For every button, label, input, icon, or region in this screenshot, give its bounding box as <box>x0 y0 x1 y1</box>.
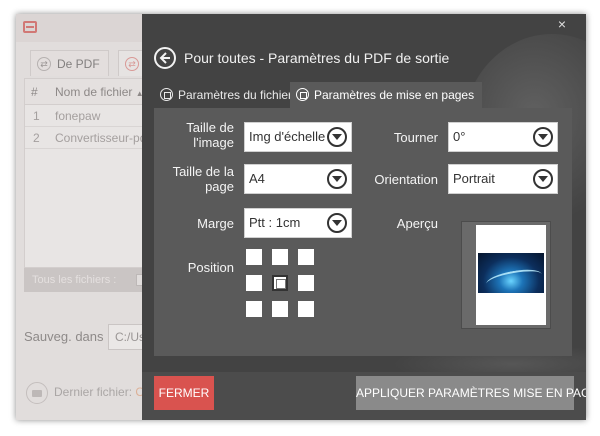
preview-label: Aperçu <box>396 216 438 231</box>
page-size-select[interactable]: A4 <box>244 164 352 194</box>
position-cell-top-left[interactable] <box>246 249 262 265</box>
image-size-label: Taille de l'image <box>186 120 234 150</box>
margin-select[interactable]: Ptt : 1cm <box>244 208 352 238</box>
apply-layout-button[interactable]: APPLIQUER PARAMÈTRES MISE EN PAGES <box>356 376 586 410</box>
tab-page-layout-label: Paramètres de mise en pages <box>314 88 475 102</box>
position-cell-top-right[interactable] <box>298 249 314 265</box>
position-cell-middle-right[interactable] <box>298 275 314 291</box>
close-button[interactable]: FERMER <box>154 376 214 410</box>
position-cell-middle-left[interactable] <box>246 275 262 291</box>
background-dim-overlay <box>16 14 142 420</box>
preview-page <box>476 225 546 325</box>
position-cell-bottom-center[interactable] <box>272 301 288 317</box>
chevron-down-icon <box>327 213 347 233</box>
margin-value: Ptt : 1cm <box>249 215 301 230</box>
position-cell-center[interactable] <box>272 275 288 291</box>
file-settings-icon <box>160 88 173 101</box>
margin-label: Marge <box>197 216 234 231</box>
close-icon[interactable]: × <box>558 16 566 32</box>
back-arrow-icon[interactable] <box>154 47 176 69</box>
image-size-select[interactable]: Img d'échelle <box>244 122 352 152</box>
preview-image <box>478 253 544 293</box>
chevron-down-icon <box>327 127 347 147</box>
rotate-value: 0° <box>453 129 466 144</box>
page-layout-icon <box>296 88 309 101</box>
tab-page-layout-settings[interactable]: Paramètres de mise en pages <box>290 82 483 108</box>
page-size-value: A4 <box>249 171 265 186</box>
orientation-label: Orientation <box>374 172 438 187</box>
preview-frame <box>461 221 551 329</box>
image-size-value: Img d'échelle <box>249 129 326 144</box>
orientation-value: Portrait <box>453 171 495 186</box>
position-cell-bottom-right[interactable] <box>298 301 314 317</box>
position-cell-top-center[interactable] <box>272 249 288 265</box>
orientation-select[interactable]: Portrait <box>448 164 558 194</box>
position-label: Position <box>187 260 234 275</box>
rotate-label: Tourner <box>393 130 438 145</box>
dialog-title: Pour toutes - Paramètres du PDF de sorti… <box>184 50 450 66</box>
chevron-down-icon <box>533 169 553 189</box>
output-settings-dialog: × Pour toutes - Paramètres du PDF de sor… <box>142 14 586 420</box>
tab-file-settings[interactable]: Paramètres du fichier <box>154 82 300 108</box>
chevron-down-icon <box>327 169 347 189</box>
page-layout-panel: Taille de l'image Img d'échelle Taille d… <box>154 108 572 356</box>
position-cell-bottom-left[interactable] <box>246 301 262 317</box>
tab-file-settings-label: Paramètres du fichier <box>178 88 293 102</box>
page-size-label: Taille de la page <box>172 164 234 194</box>
chevron-down-icon <box>533 127 553 147</box>
rotate-select[interactable]: 0° <box>448 122 558 152</box>
